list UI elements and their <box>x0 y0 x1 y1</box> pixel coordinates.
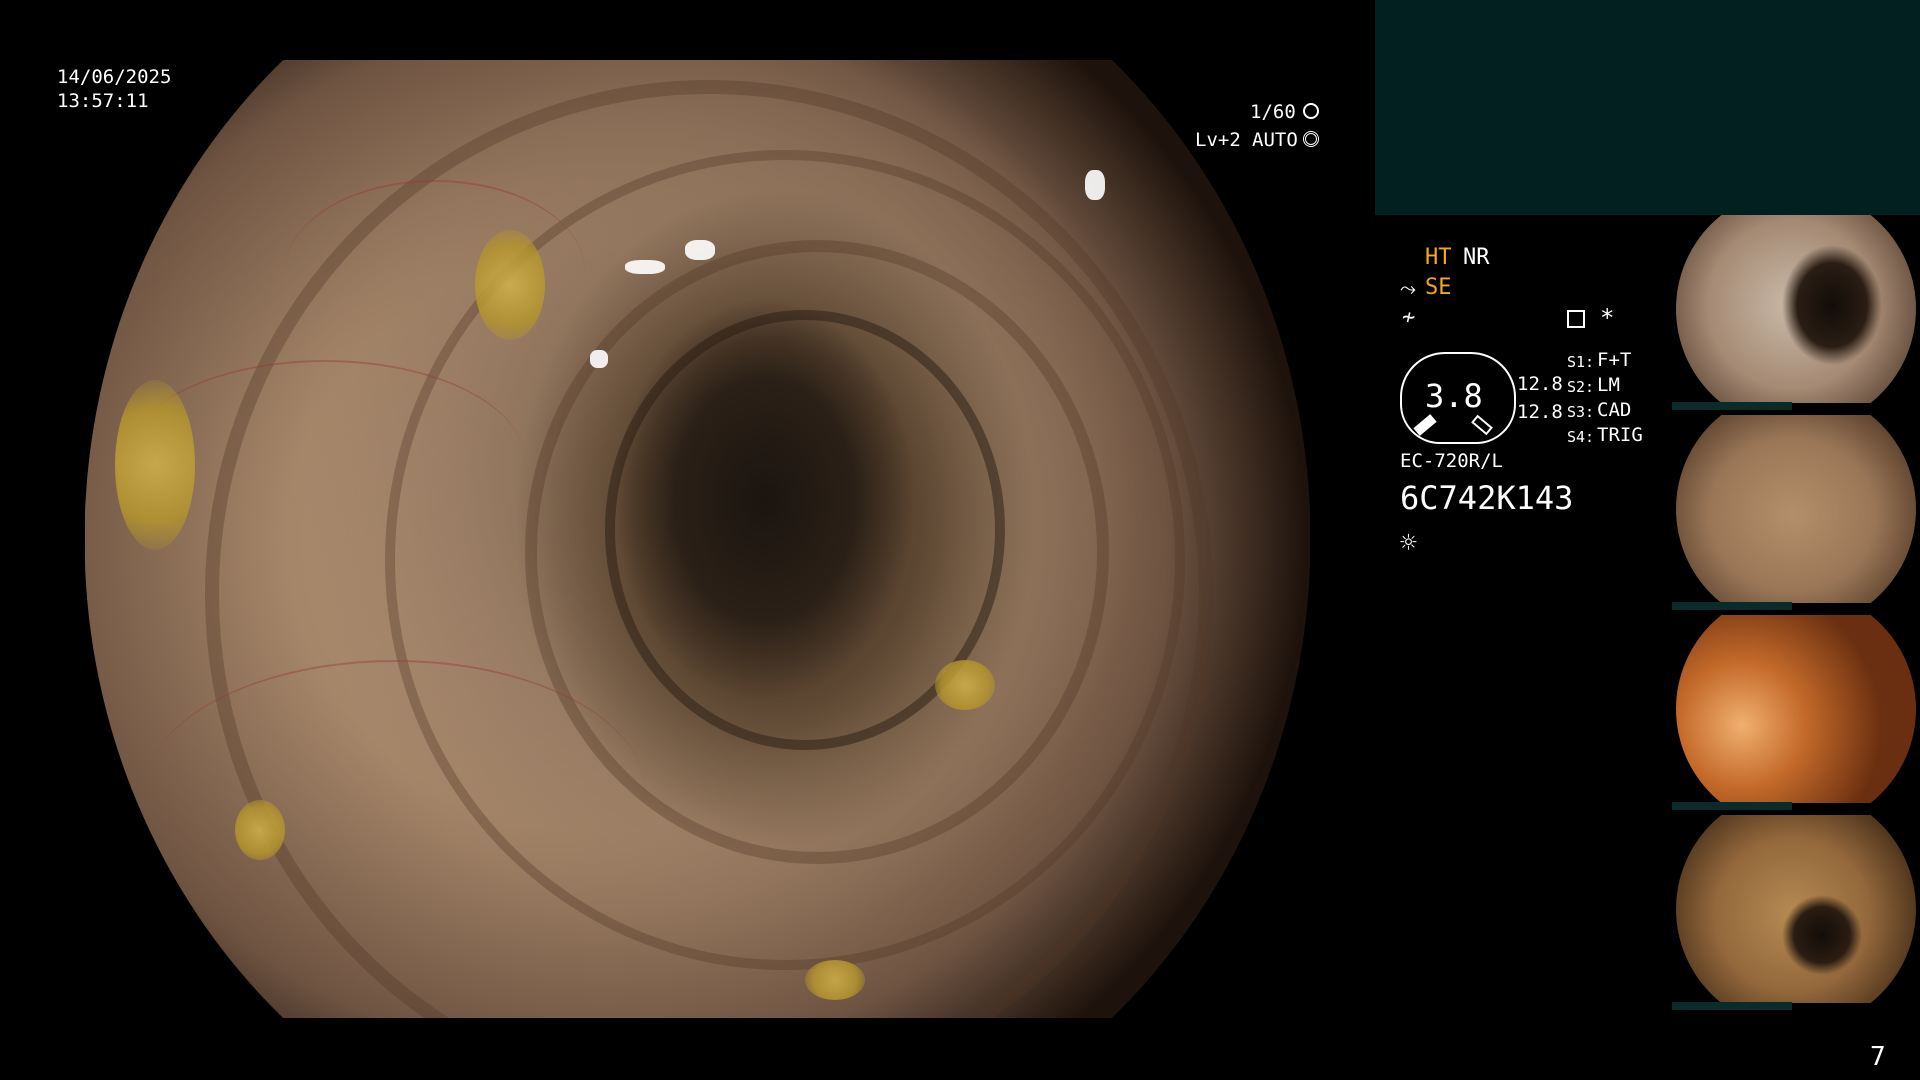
thumbnail[interactable] <box>1672 815 1920 1010</box>
debris-spot <box>235 800 285 860</box>
thumbnail-strip <box>1672 215 1920 1015</box>
value-1: 12.8 <box>1517 373 1563 395</box>
iris-mode: AUTO <box>1252 129 1298 151</box>
asterisk-mark: * <box>1600 304 1615 332</box>
freeze-icon: ≁ <box>1402 305 1416 330</box>
se-indicator: SE <box>1425 275 1452 300</box>
scope-model: EC-720R/L <box>1400 450 1503 472</box>
scope-serial: 6C742K143 <box>1400 479 1574 517</box>
thumbnail-image <box>1676 615 1916 803</box>
scope-enhance-icon: ⤳ <box>1400 276 1416 300</box>
s1-label: S1: <box>1567 353 1595 371</box>
ht-indicator: HT <box>1425 245 1452 270</box>
debris-spot <box>935 660 995 710</box>
light-reflection <box>590 350 608 368</box>
thumbnail[interactable] <box>1672 415 1920 610</box>
thumbnail-bar <box>1672 402 1792 410</box>
thumbnail[interactable] <box>1672 215 1920 410</box>
light-reflection <box>1085 170 1105 200</box>
light-reflection <box>685 240 715 260</box>
s1-value: F+T <box>1597 349 1632 371</box>
s4-label: S4: <box>1567 428 1595 446</box>
debris-spot <box>805 960 865 1000</box>
thumbnail-bar <box>1672 802 1792 810</box>
light-level: Lv+2 <box>1195 129 1241 151</box>
vessel <box>145 660 645 922</box>
thumbnail-image <box>1676 215 1916 403</box>
s3-label: S3: <box>1567 403 1595 421</box>
nr-indicator: NR <box>1463 245 1490 270</box>
thumbnail-bar <box>1672 1002 1792 1010</box>
menu-list-icon <box>1567 310 1585 328</box>
gauge-value: 3.8 <box>1425 377 1483 415</box>
aperture-icon <box>1303 103 1319 119</box>
time-label: 13:57:11 <box>57 90 149 112</box>
shutter-speed: 1/60 <box>1250 101 1296 123</box>
debris-spot <box>475 230 545 340</box>
page-number: 7 <box>1870 1042 1886 1072</box>
endoscope-main-view <box>85 60 1310 1018</box>
info-panel-box <box>1375 0 1920 215</box>
brightness-icon: ☼ <box>1400 526 1417 559</box>
s3-value: CAD <box>1597 399 1632 421</box>
light-reflection <box>625 260 665 274</box>
value-2: 12.8 <box>1517 401 1563 423</box>
auto-iris-icon <box>1303 131 1319 147</box>
thumbnail-image <box>1676 415 1916 603</box>
thumbnail-image <box>1676 815 1916 1003</box>
date-label: 14/06/2025 <box>57 66 172 88</box>
s4-value: TRIG <box>1597 424 1643 446</box>
debris-spot <box>115 380 195 550</box>
s2-value: LM <box>1597 374 1620 396</box>
thumbnail-bar <box>1672 602 1792 610</box>
s2-label: S2: <box>1567 378 1595 396</box>
thumbnail[interactable] <box>1672 615 1920 810</box>
